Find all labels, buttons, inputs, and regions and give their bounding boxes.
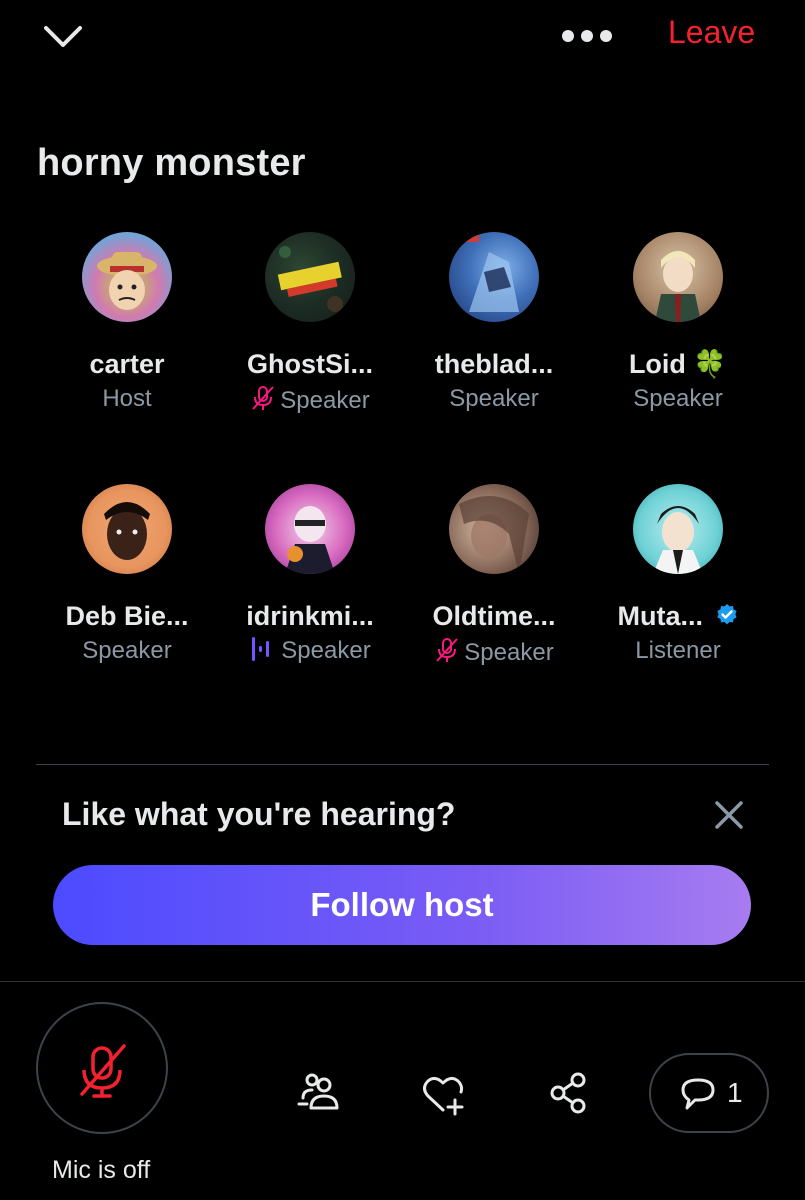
avatar (633, 232, 723, 322)
avatar (449, 232, 539, 322)
participant-role: Speaker (82, 637, 172, 664)
participant-role: Speaker (633, 385, 723, 412)
avatar (265, 484, 355, 574)
avatar (449, 484, 539, 574)
mic-toggle-button[interactable] (36, 1002, 168, 1134)
share-icon (550, 1072, 586, 1114)
participant-role-line: Speaker (404, 636, 584, 668)
divider (36, 764, 769, 765)
participant-name: idrinkmi... (246, 601, 374, 631)
people-icon (297, 1073, 339, 1110)
verified-badge-icon (716, 604, 737, 625)
participant-name: theblad... (434, 349, 554, 379)
share-button[interactable] (544, 1068, 594, 1118)
participant-name: carter (89, 349, 165, 379)
avatar (82, 484, 172, 574)
participant-card[interactable]: Muta... Listener (588, 484, 768, 666)
participant-name: Loid 🍀 (628, 349, 728, 379)
room-title: horny monster (37, 142, 306, 184)
participant-name: Oldtime... (432, 601, 556, 631)
participants-button[interactable] (295, 1068, 345, 1118)
follow-host-button[interactable]: Follow host (53, 865, 751, 945)
speaking-icon (252, 637, 270, 661)
collapse-button[interactable] (42, 20, 84, 52)
more-options-icon (562, 30, 612, 42)
participant-card[interactable]: idrinkmi... Speaker (220, 484, 400, 666)
avatar (82, 232, 172, 322)
participant-name: Muta... (617, 601, 703, 631)
divider (0, 981, 805, 982)
participant-role: Speaker (449, 385, 539, 412)
participant-card[interactable]: Deb Bie... Speaker (37, 484, 217, 666)
mic-off-icon (80, 1044, 126, 1098)
participant-role: Host (102, 385, 152, 412)
participant-name: GhostSi... (246, 349, 373, 379)
dismiss-prompt-button[interactable] (710, 796, 748, 834)
mic-muted-icon (436, 638, 459, 662)
participant-card[interactable]: GhostSi... Speaker (220, 232, 400, 416)
chat-bubble-icon (681, 1078, 715, 1110)
participant-role: Listener (635, 637, 721, 664)
participant-card[interactable]: carter Host (37, 232, 217, 414)
participant-role: Speaker (464, 639, 554, 666)
mic-muted-icon (252, 386, 275, 410)
participant-card[interactable]: Oldtime... Speaker (404, 484, 584, 668)
mic-status-label: Mic is off (52, 1156, 151, 1184)
participant-card[interactable]: Loid 🍀 Speaker (588, 232, 768, 414)
react-button[interactable] (419, 1070, 469, 1120)
leave-button[interactable]: Leave (668, 14, 755, 51)
participant-role-line: Speaker (220, 636, 400, 666)
participant-role: Speaker (281, 637, 371, 664)
close-icon (715, 801, 743, 829)
heart-plus-icon (423, 1076, 464, 1116)
participant-card[interactable]: theblad... Speaker (404, 232, 584, 414)
chevron-down-icon (44, 26, 82, 47)
avatar (633, 484, 723, 574)
participant-name-line: Muta... (588, 600, 768, 632)
comment-count: 1 (727, 1077, 743, 1108)
avatar (265, 232, 355, 322)
comments-button[interactable]: 1 (649, 1053, 769, 1133)
participant-role: Speaker (280, 387, 370, 414)
more-options-button[interactable] (560, 24, 616, 48)
participant-name: Deb Bie... (65, 601, 189, 631)
participant-role-line: Speaker (220, 384, 400, 416)
follow-prompt-text: Like what you're hearing? (62, 796, 456, 832)
